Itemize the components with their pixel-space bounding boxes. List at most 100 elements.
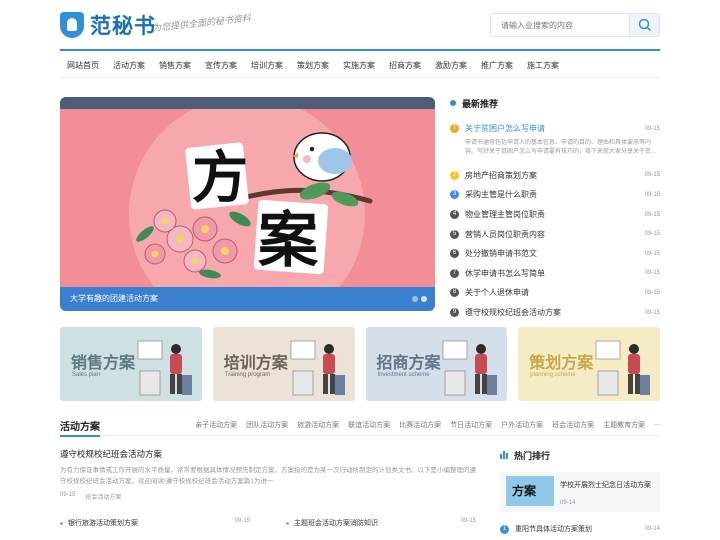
activity-section-title: 活动方案 xyxy=(60,422,100,433)
latest-item[interactable]: 3 采购主管是什么职责 09-15 xyxy=(450,185,660,205)
nav-item[interactable]: 策划方案 xyxy=(290,54,336,77)
hot-top-date: 09-14 xyxy=(560,500,576,506)
latest-item-date: 09-15 xyxy=(644,172,660,179)
header-divider xyxy=(60,49,660,51)
nav-item[interactable]: 施工方案 xyxy=(520,54,566,77)
activity-tags: 亲子活动方案 团队活动方案 旅游活动方案 联谊活动方案 比赛活动方案 节日活动方案 户外活动… xyxy=(195,420,660,430)
feature-category[interactable]: 班会活动方案 xyxy=(85,492,121,501)
list-item[interactable]: 银行旅游活动策划方案 09-15 xyxy=(60,518,250,528)
hot-item-date: 09-14 xyxy=(644,526,660,532)
category-card[interactable]: 培训方案 Training program xyxy=(212,327,355,401)
bar-chart-icon xyxy=(500,451,508,459)
latest-item[interactable]: 6 处分撤销申请书范文 09-15 xyxy=(450,244,660,264)
activity-tag[interactable]: 联谊活动方案 xyxy=(348,420,390,430)
activity-tag[interactable]: 比赛活动方案 xyxy=(399,420,441,430)
nav-item[interactable]: 培训方案 xyxy=(244,54,290,77)
nav-item[interactable]: 宣传方案 xyxy=(198,54,244,77)
activity-tag[interactable]: 节日活动方案 xyxy=(450,420,492,430)
list-item[interactable]: 主题班会活动方案消防知识 09-15 xyxy=(286,518,476,528)
latest-item-date: 09-15 xyxy=(644,191,660,198)
latest-item-date: 09-15 xyxy=(644,309,660,316)
hot-item-title: 重阳节具体活动方案策划 xyxy=(515,526,592,533)
rank-badge: 4 xyxy=(450,210,459,220)
nav-item[interactable]: 网站首页 xyxy=(60,54,106,77)
activity-tag[interactable]: 旅游活动方案 xyxy=(297,420,339,430)
rank-badge: 1 xyxy=(450,124,459,134)
site-logo[interactable]: 范秘书 xyxy=(60,10,156,40)
carousel-dot[interactable] xyxy=(412,296,418,302)
latest-item[interactable]: 8 关于个人退休申请 09-15 xyxy=(450,283,660,303)
feature-article: 遵守校规校纪班会活动方案 为有力保证事情或工作开展的水平质量，常常要根据具体情况… xyxy=(60,448,480,501)
rank-badge: 9 xyxy=(450,308,459,318)
activity-tag[interactable]: ... xyxy=(654,420,660,430)
nav-item[interactable]: 激励方案 xyxy=(428,54,474,77)
latest-header: 最新推荐 xyxy=(450,95,660,111)
activity-tag[interactable]: 团队活动方案 xyxy=(246,420,288,430)
latest-title: 最新推荐 xyxy=(462,98,499,109)
card-subtitle: Investment scheme xyxy=(377,372,430,378)
feature-desc: 为有力保证事情或工作开展的水平质量，常常要根据具体情况预先制定方案，方案指的是为… xyxy=(60,467,476,485)
nav-item[interactable]: 实施方案 xyxy=(336,54,382,77)
latest-item-title: 物业管理主管岗位职责 xyxy=(465,210,545,220)
card-title: 策划方案 xyxy=(529,353,594,372)
banner-carousel[interactable]: 方 案 大学有趣的团建活动方案 xyxy=(60,97,435,311)
latest-item-title: 营销人员岗位职责内容 xyxy=(465,229,545,239)
latest-item-desc: 申请书通常包括申请人的基本信息、申请的目的、理由和具体要求等内容。写好关于贫困户… xyxy=(465,139,657,155)
rank-badge: 5 xyxy=(450,229,459,239)
feature-meta: 09-15 班会活动方案 xyxy=(60,492,480,501)
category-card[interactable]: 招商方案 Investment scheme xyxy=(365,327,508,401)
activity-tag[interactable]: 亲子活动方案 xyxy=(195,420,237,430)
site-slogan: 为您提供全面的秘书资料 xyxy=(151,12,252,34)
card-illustration xyxy=(595,340,650,396)
latest-item[interactable]: 5 营销人员岗位职责内容 09-15 xyxy=(450,224,660,244)
latest-item-title: 房地产招商策划方案 xyxy=(465,170,537,180)
card-title: 招商方案 xyxy=(376,353,441,372)
latest-item-date: 09-15 xyxy=(644,125,660,132)
card-subtitle: Training program xyxy=(224,372,271,378)
search-button[interactable] xyxy=(629,14,659,36)
nav-item[interactable]: 招商方案 xyxy=(382,54,428,77)
latest-item-date: 09-15 xyxy=(644,211,660,218)
latest-item[interactable]: 2 房地产招商策划方案 09-15 xyxy=(450,166,660,186)
card-title: 销售方案 xyxy=(71,353,136,372)
logo-title: 范秘书 xyxy=(90,14,156,38)
bullet-icon xyxy=(60,521,63,525)
logo-badge-icon xyxy=(60,12,84,38)
card-subtitle: Sales plan xyxy=(72,372,101,378)
hot-list-item[interactable]: 1 重阳节具体活动方案策划 09-14 xyxy=(500,524,660,534)
carousel-dots xyxy=(412,296,427,302)
main-nav: 网站首页 活动方案 销售方案 宣传方案 培训方案 策划方案 实施方案 招商方案 激励方案 推广方案… xyxy=(60,54,660,78)
hot-top-card[interactable]: 方案 学校开展烈士纪念日活动方案 09-14 xyxy=(500,472,660,512)
latest-item-title: 休学申请书怎么写简单 xyxy=(465,268,545,278)
section-underline xyxy=(60,435,100,437)
category-card[interactable]: 销售方案 Sales plan xyxy=(60,327,202,401)
activity-tag[interactable]: 户外活动方案 xyxy=(501,420,543,430)
feature-title[interactable]: 遵守校规校纪班会活动方案 xyxy=(60,448,480,460)
activity-section-header: 活动方案 亲子活动方案 团队活动方案 旅游活动方案 联谊活动方案 比赛活动方案 节日活动方… xyxy=(60,416,660,437)
banner-caption[interactable]: 大学有趣的团建活动方案 xyxy=(60,287,435,311)
nav-item[interactable]: 活动方案 xyxy=(106,54,152,77)
search-input[interactable] xyxy=(491,14,631,36)
carousel-dot-active[interactable] xyxy=(421,296,427,302)
latest-item[interactable]: 9 遵守校规校纪班会活动方案 09-15 xyxy=(450,303,660,323)
banner-word-2: 案 xyxy=(258,206,319,276)
category-card[interactable]: 策划方案 planning scheme xyxy=(518,327,660,401)
thumbnail-text: 方案 xyxy=(512,484,537,498)
latest-item-title: 遵守校规校纪班会活动方案 xyxy=(465,308,561,318)
card-illustration xyxy=(290,340,345,396)
hot-ranking: 热门排行 方案 学校开展烈士纪念日活动方案 09-14 1 重阳节具体活动方案策… xyxy=(500,446,660,534)
latest-item[interactable]: 4 物业管理主管岗位职责 09-15 xyxy=(450,205,660,225)
rank-badge: 3 xyxy=(450,190,459,200)
activity-tag[interactable]: 班会活动方案 xyxy=(552,420,594,430)
hot-header: 热门排行 xyxy=(500,446,660,464)
latest-item[interactable]: 1 关于贫困户怎么写申请 09-15 xyxy=(450,119,660,139)
rank-badge: 2 xyxy=(450,170,459,180)
nav-item[interactable]: 推广方案 xyxy=(474,54,520,77)
activity-tag[interactable]: 主题教育方案 xyxy=(603,420,645,430)
list-item-title: 银行旅游活动策划方案 xyxy=(68,520,138,527)
nav-item[interactable]: 销售方案 xyxy=(152,54,198,77)
latest-item[interactable]: 7 休学申请书怎么写简单 09-15 xyxy=(450,264,660,284)
card-illustration xyxy=(442,340,498,396)
rank-badge: 6 xyxy=(450,249,459,259)
card-illustration xyxy=(137,340,192,396)
